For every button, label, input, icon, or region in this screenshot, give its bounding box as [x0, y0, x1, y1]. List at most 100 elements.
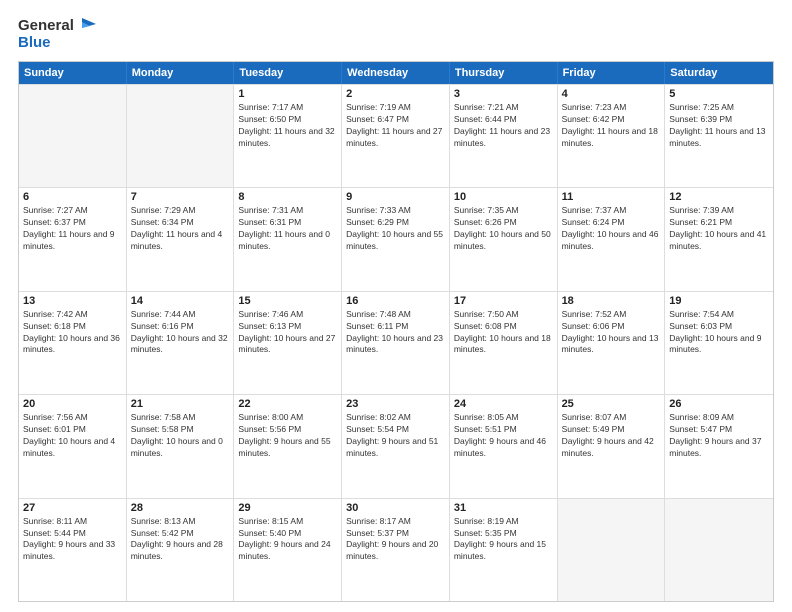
- cell-date: 18: [562, 295, 661, 307]
- logo: General Blue: [18, 18, 96, 51]
- header: General Blue: [18, 18, 774, 51]
- calendar-cell: 17 Sunrise: 7:50 AMSunset: 6:08 PMDaylig…: [450, 292, 558, 394]
- page: General Blue SundayMondayTuesdayWednesda…: [0, 0, 792, 612]
- cell-date: 4: [562, 88, 661, 100]
- calendar-cell: 24 Sunrise: 8:05 AMSunset: 5:51 PMDaylig…: [450, 395, 558, 497]
- calendar-cell: 29 Sunrise: 8:15 AMSunset: 5:40 PMDaylig…: [234, 499, 342, 601]
- cell-info: Sunrise: 8:15 AMSunset: 5:40 PMDaylight:…: [238, 516, 337, 564]
- cell-date: 5: [669, 88, 769, 100]
- logo-bird-icon: [74, 18, 96, 34]
- calendar: SundayMondayTuesdayWednesdayThursdayFrid…: [18, 61, 774, 602]
- calendar-cell: 16 Sunrise: 7:48 AMSunset: 6:11 PMDaylig…: [342, 292, 450, 394]
- calendar-cell: 18 Sunrise: 7:52 AMSunset: 6:06 PMDaylig…: [558, 292, 666, 394]
- cell-info: Sunrise: 7:46 AMSunset: 6:13 PMDaylight:…: [238, 309, 337, 357]
- calendar-cell: 13 Sunrise: 7:42 AMSunset: 6:18 PMDaylig…: [19, 292, 127, 394]
- calendar-cell: 30 Sunrise: 8:17 AMSunset: 5:37 PMDaylig…: [342, 499, 450, 601]
- calendar-week-2: 6 Sunrise: 7:27 AMSunset: 6:37 PMDayligh…: [19, 187, 773, 290]
- cell-date: 2: [346, 88, 445, 100]
- calendar-cell: 25 Sunrise: 8:07 AMSunset: 5:49 PMDaylig…: [558, 395, 666, 497]
- calendar-body: 1 Sunrise: 7:17 AMSunset: 6:50 PMDayligh…: [19, 84, 773, 601]
- calendar-cell: 31 Sunrise: 8:19 AMSunset: 5:35 PMDaylig…: [450, 499, 558, 601]
- calendar-cell: 22 Sunrise: 8:00 AMSunset: 5:56 PMDaylig…: [234, 395, 342, 497]
- cell-date: 7: [131, 191, 230, 203]
- cell-info: Sunrise: 7:37 AMSunset: 6:24 PMDaylight:…: [562, 205, 661, 253]
- logo-blue: Blue: [18, 35, 96, 52]
- calendar-cell: 6 Sunrise: 7:27 AMSunset: 6:37 PMDayligh…: [19, 188, 127, 290]
- cell-date: 9: [346, 191, 445, 203]
- cell-info: Sunrise: 7:17 AMSunset: 6:50 PMDaylight:…: [238, 102, 337, 150]
- calendar-cell: 21 Sunrise: 7:58 AMSunset: 5:58 PMDaylig…: [127, 395, 235, 497]
- cell-info: Sunrise: 7:27 AMSunset: 6:37 PMDaylight:…: [23, 205, 122, 253]
- calendar-cell: 11 Sunrise: 7:37 AMSunset: 6:24 PMDaylig…: [558, 188, 666, 290]
- cell-date: 1: [238, 88, 337, 100]
- cell-date: 11: [562, 191, 661, 203]
- cell-date: 28: [131, 502, 230, 514]
- calendar-day-header: Friday: [558, 62, 666, 84]
- calendar-header: SundayMondayTuesdayWednesdayThursdayFrid…: [19, 62, 773, 84]
- calendar-cell: 15 Sunrise: 7:46 AMSunset: 6:13 PMDaylig…: [234, 292, 342, 394]
- cell-info: Sunrise: 7:44 AMSunset: 6:16 PMDaylight:…: [131, 309, 230, 357]
- calendar-cell: 8 Sunrise: 7:31 AMSunset: 6:31 PMDayligh…: [234, 188, 342, 290]
- calendar-cell: 2 Sunrise: 7:19 AMSunset: 6:47 PMDayligh…: [342, 85, 450, 187]
- cell-date: 15: [238, 295, 337, 307]
- cell-info: Sunrise: 7:39 AMSunset: 6:21 PMDaylight:…: [669, 205, 769, 253]
- calendar-cell: 14 Sunrise: 7:44 AMSunset: 6:16 PMDaylig…: [127, 292, 235, 394]
- cell-info: Sunrise: 8:07 AMSunset: 5:49 PMDaylight:…: [562, 412, 661, 460]
- cell-info: Sunrise: 7:19 AMSunset: 6:47 PMDaylight:…: [346, 102, 445, 150]
- cell-info: Sunrise: 8:00 AMSunset: 5:56 PMDaylight:…: [238, 412, 337, 460]
- calendar-day-header: Wednesday: [342, 62, 450, 84]
- calendar-cell: 28 Sunrise: 8:13 AMSunset: 5:42 PMDaylig…: [127, 499, 235, 601]
- cell-info: Sunrise: 7:23 AMSunset: 6:42 PMDaylight:…: [562, 102, 661, 150]
- cell-info: Sunrise: 7:56 AMSunset: 6:01 PMDaylight:…: [23, 412, 122, 460]
- calendar-day-header: Monday: [127, 62, 235, 84]
- calendar-cell: 9 Sunrise: 7:33 AMSunset: 6:29 PMDayligh…: [342, 188, 450, 290]
- calendar-cell: [665, 499, 773, 601]
- cell-info: Sunrise: 8:02 AMSunset: 5:54 PMDaylight:…: [346, 412, 445, 460]
- cell-date: 14: [131, 295, 230, 307]
- calendar-cell: 27 Sunrise: 8:11 AMSunset: 5:44 PMDaylig…: [19, 499, 127, 601]
- calendar-cell: [558, 499, 666, 601]
- cell-date: 26: [669, 398, 769, 410]
- calendar-day-header: Saturday: [665, 62, 773, 84]
- calendar-cell: 12 Sunrise: 7:39 AMSunset: 6:21 PMDaylig…: [665, 188, 773, 290]
- cell-info: Sunrise: 7:58 AMSunset: 5:58 PMDaylight:…: [131, 412, 230, 460]
- cell-date: 23: [346, 398, 445, 410]
- cell-date: 29: [238, 502, 337, 514]
- calendar-cell: 1 Sunrise: 7:17 AMSunset: 6:50 PMDayligh…: [234, 85, 342, 187]
- cell-info: Sunrise: 7:50 AMSunset: 6:08 PMDaylight:…: [454, 309, 553, 357]
- cell-date: 24: [454, 398, 553, 410]
- cell-info: Sunrise: 8:17 AMSunset: 5:37 PMDaylight:…: [346, 516, 445, 564]
- cell-date: 19: [669, 295, 769, 307]
- cell-date: 6: [23, 191, 122, 203]
- cell-info: Sunrise: 7:29 AMSunset: 6:34 PMDaylight:…: [131, 205, 230, 253]
- calendar-day-header: Sunday: [19, 62, 127, 84]
- calendar-week-5: 27 Sunrise: 8:11 AMSunset: 5:44 PMDaylig…: [19, 498, 773, 601]
- cell-date: 12: [669, 191, 769, 203]
- calendar-week-3: 13 Sunrise: 7:42 AMSunset: 6:18 PMDaylig…: [19, 291, 773, 394]
- cell-info: Sunrise: 7:33 AMSunset: 6:29 PMDaylight:…: [346, 205, 445, 253]
- cell-info: Sunrise: 7:25 AMSunset: 6:39 PMDaylight:…: [669, 102, 769, 150]
- cell-date: 16: [346, 295, 445, 307]
- cell-date: 22: [238, 398, 337, 410]
- cell-info: Sunrise: 8:11 AMSunset: 5:44 PMDaylight:…: [23, 516, 122, 564]
- cell-info: Sunrise: 8:19 AMSunset: 5:35 PMDaylight:…: [454, 516, 553, 564]
- calendar-cell: 19 Sunrise: 7:54 AMSunset: 6:03 PMDaylig…: [665, 292, 773, 394]
- cell-date: 25: [562, 398, 661, 410]
- cell-date: 13: [23, 295, 122, 307]
- cell-info: Sunrise: 7:48 AMSunset: 6:11 PMDaylight:…: [346, 309, 445, 357]
- calendar-cell: [127, 85, 235, 187]
- cell-info: Sunrise: 8:09 AMSunset: 5:47 PMDaylight:…: [669, 412, 769, 460]
- cell-info: Sunrise: 7:42 AMSunset: 6:18 PMDaylight:…: [23, 309, 122, 357]
- calendar-cell: [19, 85, 127, 187]
- calendar-cell: 4 Sunrise: 7:23 AMSunset: 6:42 PMDayligh…: [558, 85, 666, 187]
- cell-info: Sunrise: 7:52 AMSunset: 6:06 PMDaylight:…: [562, 309, 661, 357]
- calendar-cell: 7 Sunrise: 7:29 AMSunset: 6:34 PMDayligh…: [127, 188, 235, 290]
- calendar-day-header: Thursday: [450, 62, 558, 84]
- cell-date: 27: [23, 502, 122, 514]
- calendar-day-header: Tuesday: [234, 62, 342, 84]
- calendar-cell: 3 Sunrise: 7:21 AMSunset: 6:44 PMDayligh…: [450, 85, 558, 187]
- cell-date: 3: [454, 88, 553, 100]
- cell-info: Sunrise: 7:54 AMSunset: 6:03 PMDaylight:…: [669, 309, 769, 357]
- calendar-cell: 23 Sunrise: 8:02 AMSunset: 5:54 PMDaylig…: [342, 395, 450, 497]
- calendar-week-1: 1 Sunrise: 7:17 AMSunset: 6:50 PMDayligh…: [19, 84, 773, 187]
